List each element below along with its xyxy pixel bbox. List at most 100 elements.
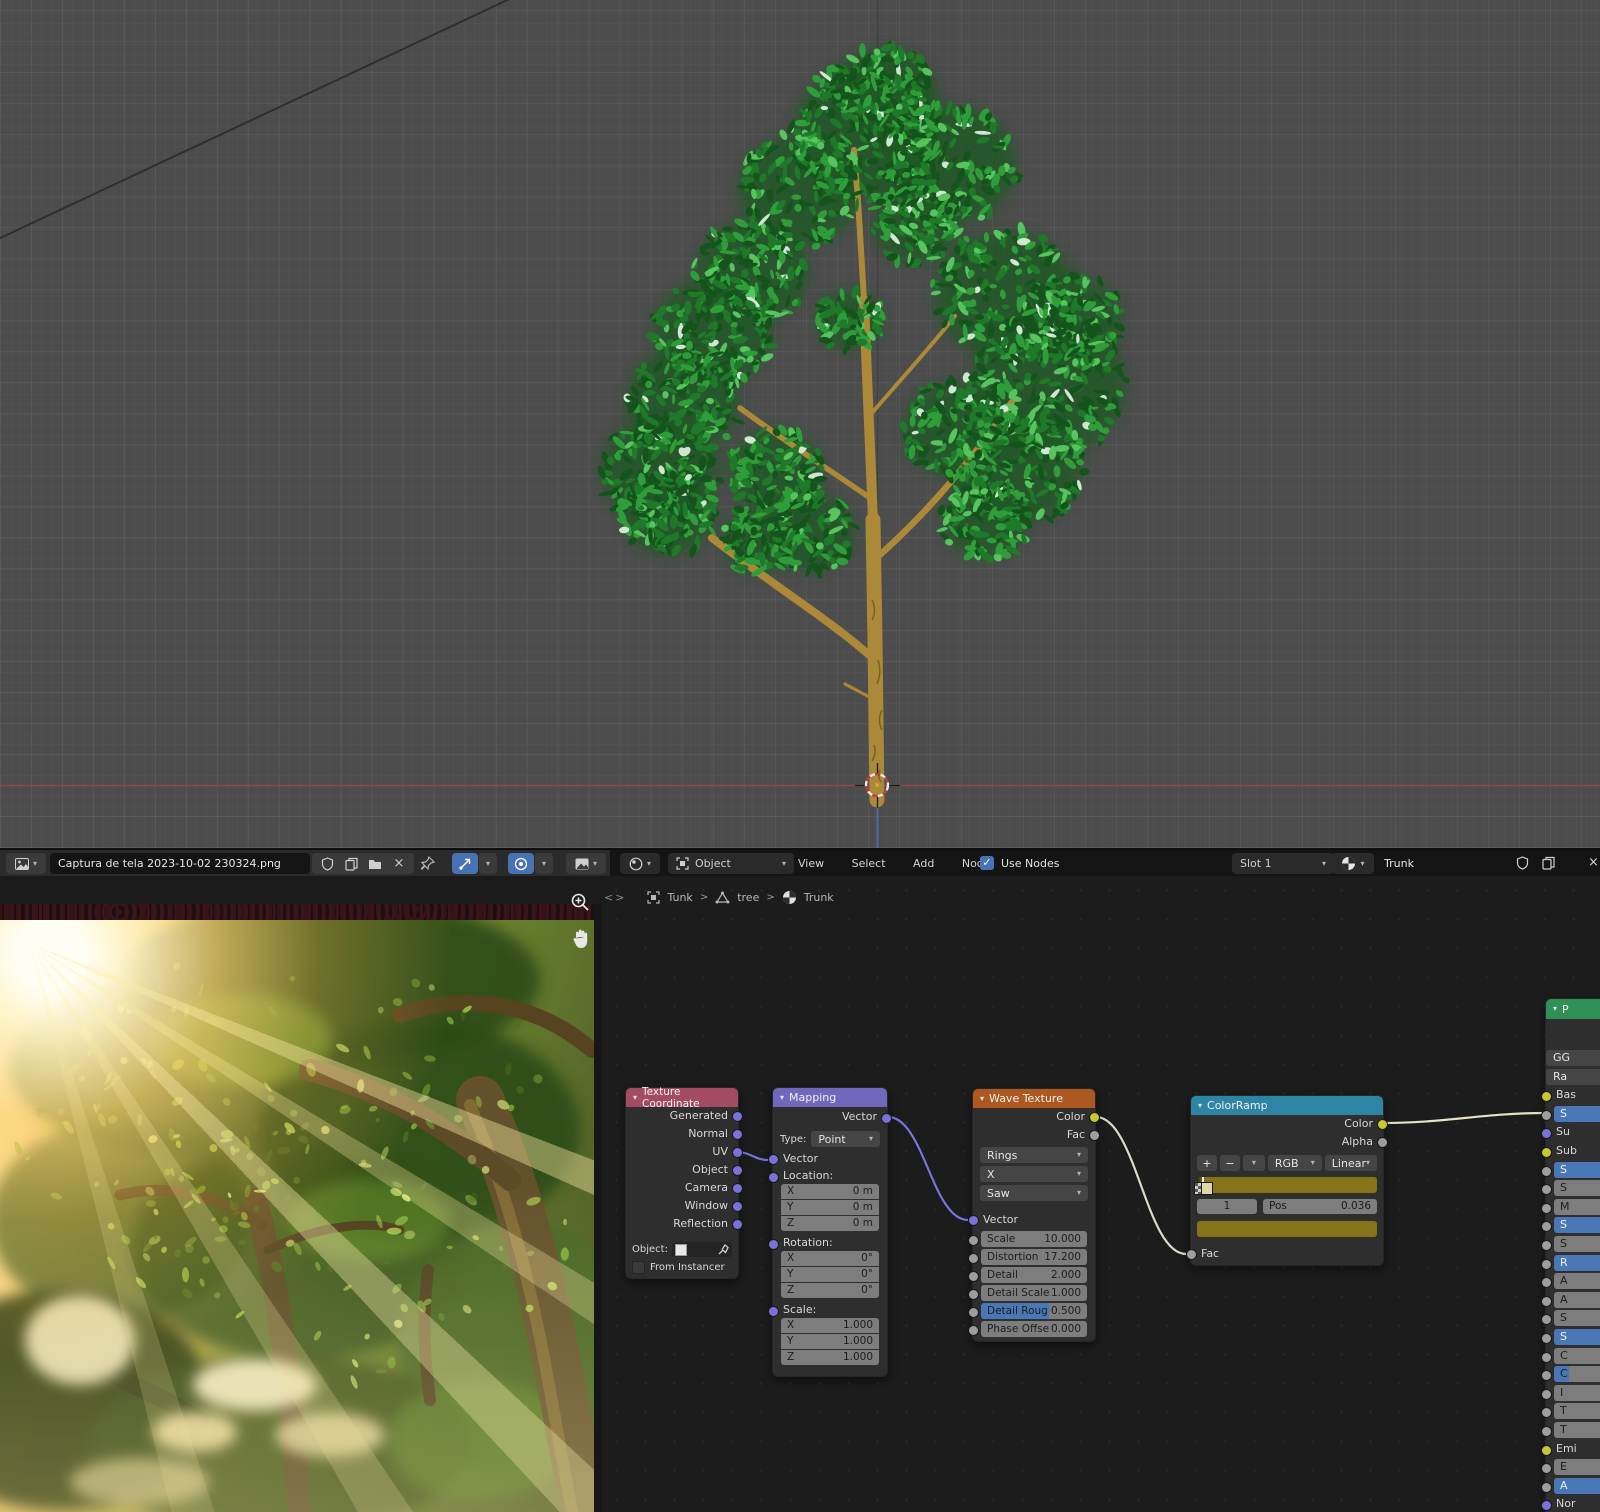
collapse-chevron-icon[interactable]: ▾ [1553,1005,1557,1013]
close-icon[interactable]: × [387,856,411,871]
number-field[interactable]: Z0° [781,1283,879,1298]
wave-dropdown-rings[interactable]: Rings▾ [980,1147,1088,1163]
proportional-options-button[interactable]: ▾ [535,853,553,874]
viewport-3d[interactable] [0,0,1600,848]
proportional-edit-button[interactable] [508,853,534,874]
bsdf-row[interactable]: A [1546,1273,1600,1289]
node-header[interactable]: ▾ Texture Coordinate [626,1088,738,1107]
pan-hand-icon[interactable] [572,928,591,952]
object-picker-field[interactable] [672,1242,732,1257]
material-browse-button[interactable]: ▾ [1332,853,1374,874]
wave-param-scale[interactable]: Scale10.000 [981,1231,1087,1247]
bsdf-row[interactable]: Ra▾ [1546,1069,1600,1085]
shield-icon[interactable] [315,857,339,871]
shader-type-button[interactable]: ▾ [620,853,660,874]
duplicate-icon[interactable] [339,857,363,871]
wave-param-distortion[interactable]: Distortion17.200 [981,1249,1087,1265]
texcoord-output-uv[interactable]: UV [626,1143,738,1161]
texcoord-output-normal[interactable]: Normal [626,1125,738,1143]
image-editor-scrollbar[interactable] [594,904,602,1512]
bsdf-row[interactable]: GG▾ [1546,1050,1600,1066]
breadcrumb-material[interactable]: Trunk [804,891,834,904]
colorramp-output-alpha[interactable]: Alpha [1191,1133,1383,1151]
wave-param-detail[interactable]: Detail2.000 [981,1267,1087,1283]
number-field[interactable]: Z0 m [781,1216,879,1231]
node-wave-texture[interactable]: ▾ Wave Texture Color Fac Rings▾ X▾ Saw▾ Ve… [972,1088,1096,1342]
shader-mode-dropdown[interactable]: Object ▾ [668,853,794,874]
menu-add[interactable]: Add [901,850,946,877]
node-header[interactable]: ▾ ColorRamp [1191,1096,1383,1115]
bsdf-row[interactable]: S [1546,1180,1600,1196]
wave-input-vector[interactable]: Vector [973,1211,1095,1229]
texcoord-output-window[interactable]: Window [626,1197,738,1215]
number-field[interactable]: Z1.000 [781,1350,879,1365]
node-header[interactable]: ▾ P [1546,999,1600,1019]
bsdf-row[interactable]: S [1546,1236,1600,1252]
ramp-stop-handle[interactable] [1201,1182,1213,1195]
colorramp-output-color[interactable]: Color [1191,1115,1383,1133]
bsdf-row[interactable]: A [1546,1478,1600,1494]
bsdf-row[interactable]: C [1546,1366,1600,1382]
bsdf-row[interactable]: C [1546,1348,1600,1364]
number-field[interactable]: Y0 m [781,1200,879,1215]
texcoord-output-camera[interactable]: Camera [626,1179,738,1197]
bsdf-row[interactable]: T [1546,1403,1600,1419]
wave-dropdown-x[interactable]: X▾ [980,1166,1088,1182]
node-header[interactable]: ▾ Wave Texture [973,1089,1095,1108]
mapping-input-vector[interactable]: Vector [773,1150,887,1168]
stop-color-swatch[interactable] [1197,1221,1377,1237]
bsdf-row[interactable]: Bas [1546,1087,1600,1103]
collapse-chevron-icon[interactable]: ▾ [980,1095,984,1103]
bsdf-row[interactable]: S [1546,1162,1600,1178]
breadcrumb-mesh[interactable]: tree [737,891,759,904]
collapse-chevron-icon[interactable]: ▾ [1198,1102,1202,1110]
checkbox-unchecked-icon[interactable] [632,1261,645,1274]
menu-select[interactable]: Select [840,850,898,877]
texcoord-output-object[interactable]: Object [626,1161,738,1179]
number-field[interactable]: X1.000 [781,1318,879,1333]
remove-stop-button[interactable]: − [1220,1155,1240,1171]
node-mapping[interactable]: ▾ Mapping Vector Type: Point▾ Vector Loc… [772,1087,888,1377]
from-instancer-row[interactable]: From Instancer [632,1261,732,1274]
duplicate-icon[interactable] [1542,856,1555,870]
colorramp-input-fac[interactable]: Fac [1191,1245,1383,1263]
wave-dropdown-saw[interactable]: Saw▾ [980,1185,1088,1201]
shader-node-editor[interactable]: <> Tunk > tree > Trunk [602,876,1600,1512]
bsdf-row[interactable]: S [1546,1217,1600,1233]
bsdf-row[interactable]: Emi [1546,1441,1600,1457]
color-mode-dropdown[interactable]: RGB▾ [1268,1155,1322,1171]
bsdf-row[interactable]: T [1546,1422,1600,1438]
bsdf-row[interactable]: M [1546,1199,1600,1215]
wave-param-phase-offse[interactable]: Phase Offse0.000 [981,1321,1087,1337]
wave-output-fac[interactable]: Fac [973,1126,1095,1144]
node-colorramp[interactable]: ▾ ColorRamp Color Alpha + − ▾ RGB▾ Linea… [1190,1095,1384,1266]
image-editor-type-button[interactable]: ▾ [6,853,46,874]
zoom-plus-icon[interactable] [570,892,590,915]
breadcrumb-object[interactable]: Tunk [667,891,692,904]
collapse-chevron-icon[interactable]: ▾ [780,1094,784,1102]
close-icon[interactable]: × [1588,855,1599,870]
mapping-output-vector[interactable]: Vector [773,1107,887,1127]
bsdf-row[interactable]: S [1546,1310,1600,1326]
wave-output-color[interactable]: Color [973,1108,1095,1126]
interpolation-dropdown[interactable]: Linear▾ [1325,1155,1377,1171]
material-slot-dropdown[interactable]: Slot 1 ▾ [1232,853,1334,874]
bsdf-row[interactable]: E [1546,1459,1600,1475]
bsdf-row[interactable]: Nor [1546,1496,1600,1512]
node-header[interactable]: ▾ Mapping [773,1088,887,1107]
number-field[interactable]: X0° [781,1251,879,1266]
image-editor[interactable] [0,876,602,1512]
add-stop-button[interactable]: + [1197,1155,1217,1171]
pin-icon[interactable] [420,856,435,871]
ramp-options-button[interactable]: ▾ [1243,1155,1265,1171]
tree-object[interactable] [596,39,1131,800]
node-texture-coordinate[interactable]: ▾ Texture Coordinate GeneratedNormalUVOb… [625,1087,739,1279]
collapse-chevron-icon[interactable]: ▾ [633,1094,637,1102]
mapping-type-dropdown[interactable]: Point▾ [811,1131,880,1147]
node-principled-bsdf[interactable]: ▾ P GG▾Ra▾BasSSuSubSSMSSRAASSCCITTEmiEAN… [1545,998,1600,1512]
texcoord-output-reflection[interactable]: Reflection [626,1215,738,1233]
image-pivot-button[interactable]: ▾ [566,853,606,874]
bsdf-row[interactable]: S [1546,1329,1600,1345]
wave-param-detail-roug[interactable]: Detail Roug0.500 [981,1303,1087,1319]
wave-param-detail-scale[interactable]: Detail Scale1.000 [981,1285,1087,1301]
